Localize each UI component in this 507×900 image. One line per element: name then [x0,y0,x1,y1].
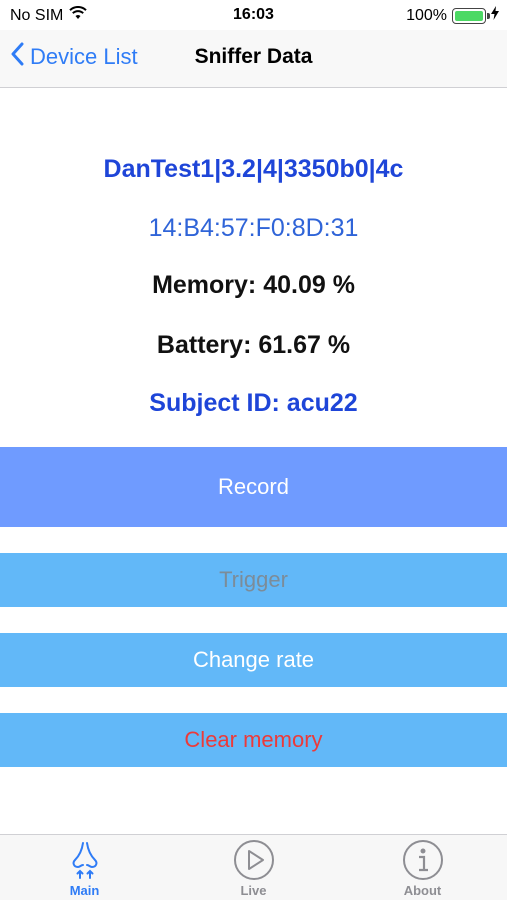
page-title: Sniffer Data [194,45,313,68]
tab-about-label: About [403,883,442,898]
tab-main-label: Main [69,883,100,898]
change-rate-button[interactable]: Change rate [0,633,507,687]
device-name: DanTest1|3.2|4|3350b0|4c [103,155,404,183]
record-button[interactable]: Record [0,447,507,527]
play-icon [233,839,275,881]
mac-address: 14:B4:57:F0:8D:31 [148,214,359,242]
info-icon [402,839,444,881]
charging-bolt-icon [491,6,499,25]
battery-cap [487,12,490,19]
battery-fill [455,10,483,21]
tab-about[interactable]: About [338,835,507,900]
trigger-button[interactable]: Trigger [0,553,507,607]
tab-main[interactable]: Main [0,835,169,900]
memory-status: Memory: 40.09 % [152,271,355,299]
battery-status: Battery: 61.67 % [156,331,351,359]
clear-memory-button[interactable]: Clear memory [0,713,507,767]
status-right: 100% [406,6,499,25]
battery-percent: 100% [406,6,447,24]
tab-live[interactable]: Live [169,835,338,900]
tab-bar: Main Live About [0,834,507,900]
navigation-bar: Device List Sniffer Data [0,30,507,88]
battery-icon [452,7,490,24]
subject-id: Subject ID: acu22 [149,389,358,417]
nose-icon [64,839,106,881]
status-bar: No SIM 16:03 100% [0,0,507,30]
tab-live-label: Live [240,883,267,898]
